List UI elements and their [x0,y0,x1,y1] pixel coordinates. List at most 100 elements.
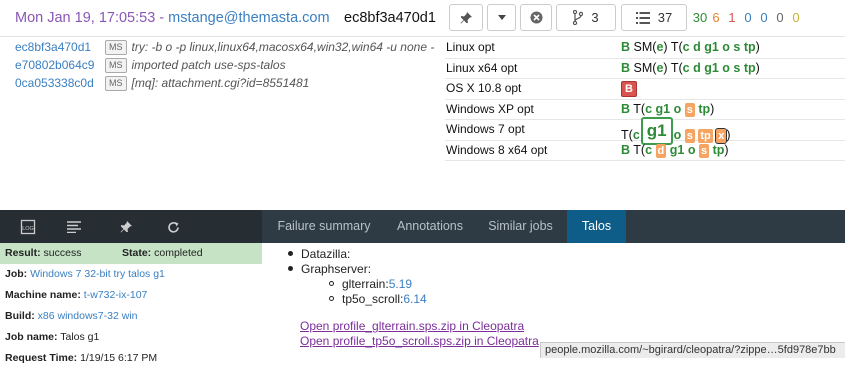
revision-id[interactable]: 0ca053338c0d [15,74,105,92]
job-build[interactable]: B [621,40,630,54]
job-group: B T(c d g1 o s tp) [621,141,729,161]
job-talos-tp[interactable]: tp [744,40,756,54]
count-pending[interactable]: 0 [788,10,804,25]
summary-row-request-time: Request Time: 1/19/15 6:17 PM [0,348,262,369]
actions-dropdown-button[interactable] [487,4,516,31]
job-talos-o[interactable]: o [674,102,682,116]
job-talos-g1[interactable]: g1 [704,61,719,75]
platform-name: Windows XP opt [446,101,534,116]
pin-jobs-button[interactable] [449,4,483,31]
circle-bullet-icon [329,281,334,287]
tab-failure-summary[interactable]: Failure summary [262,210,386,243]
job-talos-c[interactable]: c [683,40,690,54]
log-icon[interactable]: LOG [20,219,36,235]
state-label: State: [122,247,152,259]
test-value[interactable]: 5.19 [389,277,412,291]
branch-count-button[interactable]: 3 [556,4,616,31]
cancel-all-button[interactable] [520,4,552,31]
result-value: success [43,247,82,259]
job-talos-c[interactable]: c [645,102,652,116]
count-retry[interactable]: 0 [756,10,772,25]
push-date[interactable]: Mon Jan 19, 17:05:53 [15,10,155,26]
tab-annotations[interactable]: Annotations [386,210,474,243]
platform-name: Linux opt [446,40,495,54]
profile-link-item: Open profile_tp5o_scroll.sps.zip in Cleo… [300,334,539,348]
graphserver-label: Graphserver: [301,262,372,276]
job-talos-tp[interactable]: tp [744,61,756,75]
tab-talos[interactable]: Talos [567,210,626,243]
state-value: completed [154,247,203,259]
test-name: glterrain: [342,277,389,291]
job-talos-c[interactable]: c [645,143,652,157]
platform-job-table: Linux opt B SM(e) T(c d g1 o s tp) Linux… [445,38,845,161]
job-talos-d[interactable]: d [693,61,701,75]
count-success[interactable]: 30 [692,10,708,25]
job-talos-g1[interactable]: g1 [670,143,685,157]
tab-similar-jobs[interactable]: Similar jobs [474,210,567,243]
count-running[interactable]: 0 [772,10,788,25]
group-close: ) [755,40,760,54]
count-busted[interactable]: 1 [724,10,740,25]
job-talos-c[interactable]: c [683,61,690,75]
count-exception[interactable]: 0 [740,10,756,25]
lines-icon[interactable] [66,219,82,235]
job-details-panel: LOG Failure summary Annotations Similar … [0,210,845,364]
job-talos-s[interactable]: s [733,40,740,54]
platform-row-win7-opt: Windows 7 opt T(c g1 o s tp x) [445,117,845,145]
platform-name: Linux x64 opt [446,60,518,75]
build-link[interactable]: x86 windows7-32 win [38,310,138,322]
job-talos-g1[interactable]: g1 [704,40,719,54]
platform-row-linux-opt: Linux opt B SM(e) T(c d g1 o s tp) [445,38,845,59]
platform-row-osx-opt: OS X 10.8 opt B [445,79,845,100]
job-talos-o[interactable]: o [722,40,730,54]
test-value[interactable]: 6.14 [403,292,426,306]
job-build-busted[interactable]: B [621,81,637,97]
resultset-date[interactable]: Mon Jan 19, 17:05:53 - mstange@themasta.… [15,10,330,26]
summary-label: Build: [5,310,35,322]
platform-name: OS X 10.8 opt [446,81,522,95]
cancel-icon [530,11,543,24]
profile-link[interactable]: Open profile_glterrain.sps.zip in Cleopa… [300,319,524,333]
job-talos-d-failed[interactable]: d [655,143,667,158]
refresh-icon[interactable] [165,219,181,235]
job-talos-tp[interactable]: tp [713,143,725,157]
job-build[interactable]: B [621,61,630,75]
summary-row-jobname: Job name: Talos g1 [0,327,262,348]
list-icon [635,11,650,24]
job-talos-o[interactable]: o [722,61,730,75]
summary-row-machine: Machine name: t-w732-ix-107 [0,285,262,306]
job-talos-tp[interactable]: tp [698,102,710,116]
svg-text:LOG: LOG [22,226,34,232]
job-talos-s-failed[interactable]: s [684,102,695,117]
job-build[interactable]: B [621,102,630,116]
revision-row: e70802b064c9 MS imported patch use-sps-tal… [15,56,445,74]
result-label: Result: [5,247,41,259]
job-talos-d[interactable]: d [693,40,701,54]
job-talos-g1[interactable]: g1 [656,102,671,116]
job-talos-s-failed[interactable]: s [698,143,710,158]
revision-message: [mq]: attachment.cgi?id=8551481 [131,76,310,90]
profile-link[interactable]: Open profile_tp5o_scroll.sps.zip in Cleo… [300,334,539,348]
profile-link-item: Open profile_glterrain.sps.zip in Cleopa… [300,319,524,333]
revision-id[interactable]: ec8bf3a470d1 [15,38,105,56]
job-list-button[interactable]: 37 [621,4,687,31]
machine-link[interactable]: t-w732-ix-107 [84,289,148,301]
job-build[interactable]: B [621,143,630,157]
bullet-icon [288,266,293,272]
test-name: tp5o_scroll: [342,292,404,306]
branch-count: 3 [591,10,599,25]
platform-row-win8-opt: Windows 8 x64 opt B T(c d g1 o s tp) [445,141,845,161]
revision-row: 0ca053338c0d MS [mq]: attachment.cgi?id=85… [15,74,445,92]
push-author[interactable]: mstange@themasta.com [168,10,329,26]
revision-id[interactable]: e70802b064c9 [15,56,105,74]
job-talos-o[interactable]: o [688,143,696,157]
pin-icon[interactable] [118,219,134,235]
summary-label: Machine name: [5,289,81,301]
revision-message: imported patch use-sps-talos [131,58,286,72]
count-testfailed[interactable]: 6 [708,10,724,25]
job-talos-s[interactable]: s [733,61,740,75]
job-link[interactable]: Windows 7 32-bit try talos g1 [30,268,165,280]
chevron-down-icon [497,15,506,20]
talos-details: Datazilla: Graphserver: glterrain:5.19 t… [262,243,845,358]
job-summary: Result: success State: completed Job: Wi… [0,243,262,364]
